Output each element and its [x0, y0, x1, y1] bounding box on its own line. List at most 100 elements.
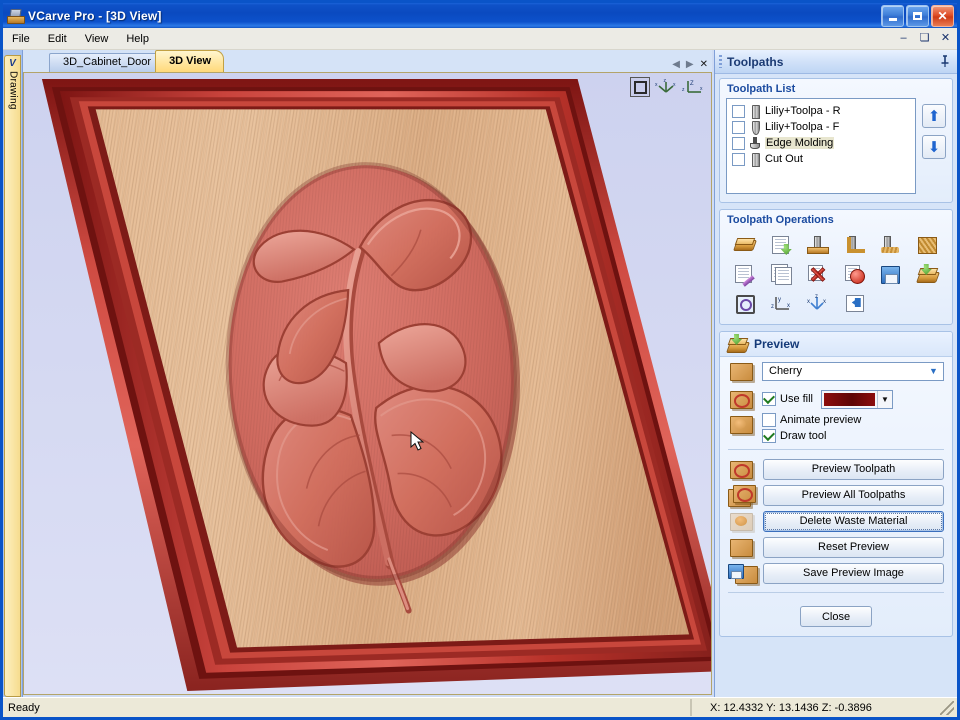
zoom-preview-icon[interactable]	[728, 291, 762, 315]
isometric-view-icon[interactable]: z x x	[655, 78, 677, 96]
mdi-minimize-button[interactable]: –	[896, 30, 911, 45]
svg-text:z: z	[771, 304, 774, 310]
tab-next-icon[interactable]: ▶	[686, 60, 694, 70]
minimize-button[interactable]	[881, 5, 904, 27]
table-row[interactable]: Edge Molding	[730, 135, 912, 151]
panel-gripper[interactable]	[719, 55, 722, 68]
toolpath-name: Liliy+Toolpa - R	[765, 105, 841, 117]
sidebar-item-drawing[interactable]: V Drawing	[4, 55, 21, 697]
toolpaths-panel-title: Toolpaths	[727, 54, 784, 69]
toolpaths-panel-header: Toolpaths	[715, 50, 957, 74]
estimate-time-icon[interactable]	[838, 262, 872, 286]
material-setup-icon[interactable]	[728, 233, 762, 257]
toolpath-list[interactable]: Liliy+Toolpa - R Liliy+Toolpa - F Edge M	[726, 98, 916, 194]
toolpath-checkbox[interactable]	[732, 152, 745, 166]
tab-prev-icon[interactable]: ◀	[672, 60, 680, 70]
menu-file[interactable]: File	[3, 31, 39, 47]
move-up-arrow-icon[interactable]: ⬆	[922, 104, 946, 128]
divider	[728, 449, 944, 450]
status-message: Ready	[3, 699, 691, 716]
duplicate-toolpath-icon[interactable]	[765, 262, 799, 286]
menu-help[interactable]: Help	[117, 31, 158, 47]
status-coordinates: X: 12.4332 Y: 13.1436 Z: -0.3896	[691, 699, 940, 716]
tab-3d-cabinet-door[interactable]: 3D_Cabinet_Door	[49, 53, 165, 72]
close-panel-icon[interactable]	[838, 291, 872, 315]
save-toolpath-icon[interactable]	[874, 262, 908, 286]
save-preview-thumb-icon	[728, 562, 758, 584]
drawing-icon: V	[9, 58, 16, 69]
delete-waste-material-row: Delete Waste Material	[720, 508, 952, 534]
reset-preview-button[interactable]: Reset Preview	[763, 536, 944, 558]
tab-close-icon[interactable]: ✕	[700, 60, 708, 70]
preview-block-icon	[725, 334, 751, 353]
profile-toolpath-icon[interactable]	[801, 233, 835, 257]
save-preview-image-row: Save Preview Image	[720, 560, 952, 586]
svg-text:Z: Z	[690, 81, 694, 87]
fill-color-picker[interactable]: ▼	[821, 389, 894, 409]
preview-all-toolpaths-button[interactable]: Preview All Toolpaths	[763, 484, 944, 506]
menu-edit[interactable]: Edit	[39, 31, 76, 47]
toolpath-checkbox[interactable]	[732, 120, 745, 134]
material-select[interactable]: Cherry	[762, 361, 944, 381]
pin-icon[interactable]	[939, 55, 951, 68]
mdi-close-button[interactable]: ✕	[938, 30, 953, 45]
maximize-button[interactable]	[906, 5, 929, 27]
resize-grip[interactable]	[940, 700, 954, 715]
svg-text:x: x	[787, 303, 790, 309]
set-view-xz-icon[interactable]: y z x	[765, 291, 799, 315]
preview-toolpath-thumb-icon	[728, 458, 754, 480]
toolpath-checkbox[interactable]	[732, 104, 745, 118]
tab-3d-view[interactable]: 3D View	[155, 50, 225, 72]
toolpaths-dock-panel: Toolpaths Toolpath List Liliy+Toolpa - R…	[714, 50, 957, 697]
window-title-app: VCarve Pro	[28, 8, 95, 23]
toolpath-operations-title: Toolpath Operations	[727, 214, 834, 226]
import-toolpath-icon[interactable]	[765, 233, 799, 257]
ball-endmill-icon	[749, 120, 761, 135]
animate-preview-checkbox[interactable]: Animate preview	[762, 413, 861, 427]
3d-viewport[interactable]: z x x Z z x	[23, 72, 712, 695]
use-fill-row: Use fill ▼	[720, 385, 952, 413]
set-view-iso-icon[interactable]: z x x	[801, 291, 835, 315]
vcarve-toolpath-icon[interactable]	[911, 233, 945, 257]
preview-group-header: Preview	[720, 332, 952, 357]
delete-toolpath-icon[interactable]	[801, 262, 835, 286]
drilling-toolpath-icon[interactable]	[874, 233, 908, 257]
mdi-restore-button[interactable]: ❏	[917, 30, 932, 45]
reset-preview-thumb-icon	[728, 536, 754, 558]
use-fill-checkbox[interactable]: Use fill	[762, 392, 813, 406]
table-row[interactable]: Cut Out	[730, 151, 912, 167]
table-row[interactable]: Liliy+Toolpa - F	[730, 119, 912, 135]
svg-text:y: y	[778, 297, 781, 303]
status-bar: Ready X: 12.4332 Y: 13.1436 Z: -0.3896	[3, 697, 957, 717]
divider	[728, 592, 944, 593]
reset-preview-row: Reset Preview	[720, 534, 952, 560]
save-preview-image-button[interactable]: Save Preview Image	[763, 562, 944, 584]
preview-toolpath-button[interactable]: Preview Toolpath	[763, 458, 944, 480]
material-plate-icon	[728, 360, 754, 382]
tab-navigation: ◀ ▶ ✕	[672, 60, 708, 70]
toolpath-operations-group: Toolpath Operations y z x z x x	[719, 209, 953, 325]
draw-tool-checkbox[interactable]: Draw tool	[762, 429, 861, 443]
svg-text:x: x	[823, 299, 826, 305]
close-preview-button[interactable]: Close	[800, 606, 872, 627]
fill-color-swatch	[824, 392, 876, 406]
menu-view[interactable]: View	[76, 31, 118, 47]
svg-text:x: x	[655, 82, 658, 88]
toolpath-checkbox[interactable]	[732, 136, 745, 150]
svg-text:x: x	[700, 86, 703, 92]
move-down-arrow-icon[interactable]: ⬇	[922, 135, 946, 159]
close-button[interactable]: ✕	[931, 5, 954, 27]
edit-toolpath-icon[interactable]	[728, 262, 762, 287]
front-view-icon[interactable]: Z z x	[682, 78, 704, 96]
flat-endmill-icon	[749, 104, 761, 119]
checkbox-box	[762, 392, 776, 406]
checkbox-box	[762, 429, 776, 443]
delete-waste-material-button[interactable]: Delete Waste Material	[763, 510, 944, 532]
table-row[interactable]: Liliy+Toolpa - R	[730, 103, 912, 119]
preview-toolpath-icon[interactable]	[911, 262, 945, 286]
toolpath-list-title: Toolpath List	[727, 83, 796, 95]
toolpath-name: Cut Out	[765, 153, 803, 165]
pocket-toolpath-icon[interactable]	[838, 233, 872, 257]
toolpath-list-group: Toolpath List Liliy+Toolpa - R Liliy+Too…	[719, 78, 953, 203]
zoom-to-fit-icon[interactable]	[630, 77, 650, 97]
